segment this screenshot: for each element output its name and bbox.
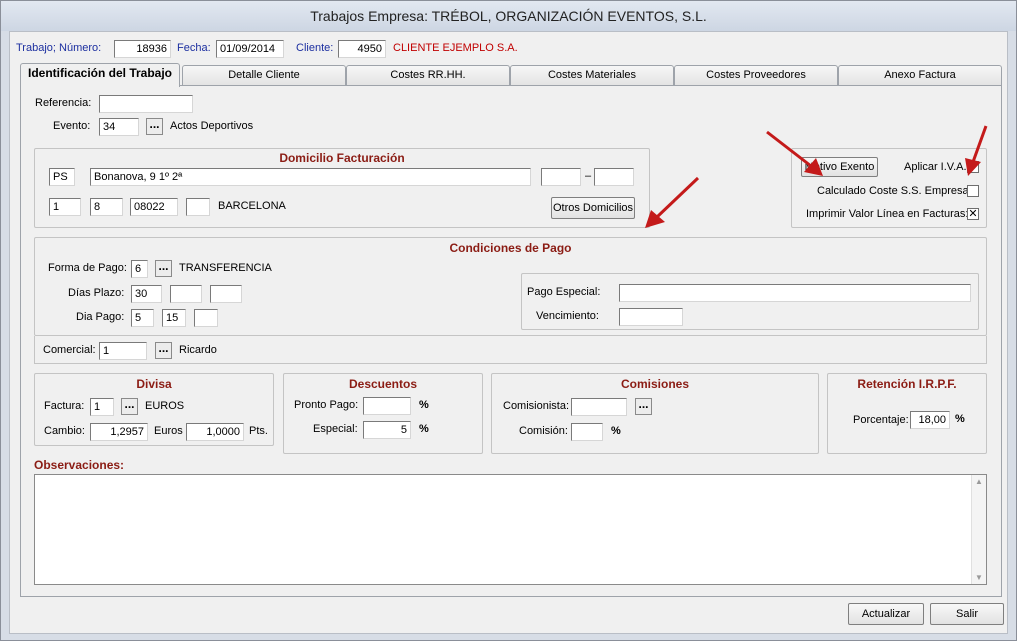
fecha-label: Fecha:	[177, 42, 211, 54]
factura-divisa-field[interactable]: 1	[90, 398, 114, 416]
irpf-group: Retención I.R.P.F. Porcentaje: 18,00 %	[827, 373, 987, 454]
tab-panel: Referencia: Evento: 34 ... Actos Deporti…	[20, 85, 1002, 597]
comision-percent: %	[611, 425, 621, 437]
comercial-lookup-button[interactable]: ...	[155, 342, 172, 359]
pago-especial-field[interactable]	[619, 284, 971, 302]
actualizar-button[interactable]: Actualizar	[848, 603, 924, 625]
tab-costes-proveedores[interactable]: Costes Proveedores	[674, 65, 838, 85]
annotation-arrows	[645, 125, 988, 228]
pronto-pago-percent: %	[419, 399, 429, 411]
comisiones-title: Comisiones	[620, 377, 689, 391]
dias-plazo-2-field[interactable]	[170, 285, 202, 303]
dias-plazo-label: Días Plazo:	[68, 287, 125, 299]
cambio-field[interactable]: 1,2957	[90, 423, 148, 441]
cambio-label: Cambio:	[44, 425, 85, 437]
porcentaje-percent: %	[955, 413, 965, 425]
irpf-title: Retención I.R.P.F.	[857, 377, 957, 391]
comisionista-lookup-button[interactable]: ...	[635, 398, 652, 415]
comercial-label: Comercial:	[43, 344, 96, 356]
observaciones-scrollbar[interactable]: ▲ ▼	[971, 475, 986, 584]
arrow-aplicar-iva	[971, 125, 988, 163]
tab-anexo-factura[interactable]: Anexo Factura	[838, 65, 1002, 85]
dia-pago-1-field[interactable]: 5	[131, 309, 154, 327]
pts-label: Pts.	[249, 425, 268, 437]
dias-plazo-1-field[interactable]: 30	[131, 285, 162, 303]
cliente-code-field[interactable]: 4950	[338, 40, 386, 58]
comisiones-group: Comisiones Comisionista: ... Comisión: %	[491, 373, 819, 454]
window-title: Trabajos Empresa: TRÉBOL, ORGANIZACIÓN E…	[310, 8, 707, 24]
fecha-field[interactable]: 01/09/2014	[216, 40, 284, 58]
trabajo-label: Trabajo; Número:	[16, 42, 102, 54]
tab-detalle-cliente[interactable]: Detalle Cliente	[182, 65, 346, 85]
factura-label: Factura:	[44, 400, 85, 412]
comercial-field[interactable]: 1	[99, 342, 147, 360]
scroll-up-icon[interactable]: ▲	[975, 477, 983, 486]
divisa-title: Divisa	[136, 377, 172, 391]
dia-pago-label: Dia Pago:	[76, 311, 125, 323]
comercial-name: Ricardo	[179, 344, 217, 356]
main-window: Trabajos Empresa: TRÉBOL, ORGANIZACIÓN E…	[0, 0, 1017, 641]
scroll-down-icon[interactable]: ▼	[975, 573, 983, 582]
tab-costes-rrhh[interactable]: Costes RR.HH.	[346, 65, 510, 85]
pronto-pago-field[interactable]	[363, 397, 411, 415]
cliente-name: CLIENTE EJEMPLO S.A.	[393, 42, 518, 54]
descuentos-title: Descuentos	[348, 377, 418, 391]
dia-pago-3-field[interactable]	[194, 309, 218, 327]
euros-field[interactable]: 1,0000	[186, 423, 244, 441]
trabajo-number-field[interactable]: 18936	[114, 40, 171, 58]
observaciones-label: Observaciones:	[34, 458, 125, 472]
client-area: Trabajo; Número: 18936 Fecha: 01/09/2014…	[9, 31, 1008, 634]
euros-label: Euros	[154, 425, 183, 437]
arrow-otros-domicilios	[655, 176, 700, 219]
comisionista-field[interactable]	[571, 398, 627, 416]
descuentos-group: Descuentos Pronto Pago: % Especial: 5 %	[283, 373, 483, 454]
divisa-lookup-button[interactable]: ...	[121, 398, 138, 415]
comisionista-label: Comisionista:	[503, 400, 570, 412]
comision-field[interactable]	[571, 423, 603, 441]
pago-especial-label: Pago Especial:	[527, 286, 601, 298]
vencimiento-field[interactable]	[619, 308, 683, 326]
porcentaje-field[interactable]: 18,00	[910, 411, 950, 429]
divisa-name: EUROS	[145, 400, 185, 412]
comercial-row: Comercial: 1 ... Ricardo	[34, 336, 987, 364]
especial-label: Especial:	[313, 423, 358, 435]
tab-identificacion[interactable]: Identificación del Trabajo	[20, 63, 180, 87]
arrow-head-iva	[965, 158, 981, 176]
dia-pago-2-field[interactable]: 15	[162, 309, 186, 327]
comision-label: Comisión:	[519, 425, 568, 437]
dias-plazo-3-field[interactable]	[210, 285, 242, 303]
arrow-head-motivo	[804, 158, 823, 176]
vencimiento-label: Vencimiento:	[536, 310, 599, 322]
porcentaje-label: Porcentaje:	[853, 414, 909, 426]
observaciones-textarea[interactable]	[34, 474, 987, 585]
divisa-group: Divisa Factura: 1 ... EUROS Cambio: 1,29…	[34, 373, 274, 446]
arrow-motivo-exento	[766, 130, 812, 168]
especial-percent: %	[419, 423, 429, 435]
cliente-label: Cliente:	[296, 42, 334, 54]
tab-costes-materiales[interactable]: Costes Materiales	[510, 65, 674, 85]
salir-button[interactable]: Salir	[930, 603, 1004, 625]
especial-field[interactable]: 5	[363, 421, 411, 439]
pronto-pago-label: Pronto Pago:	[294, 399, 359, 411]
